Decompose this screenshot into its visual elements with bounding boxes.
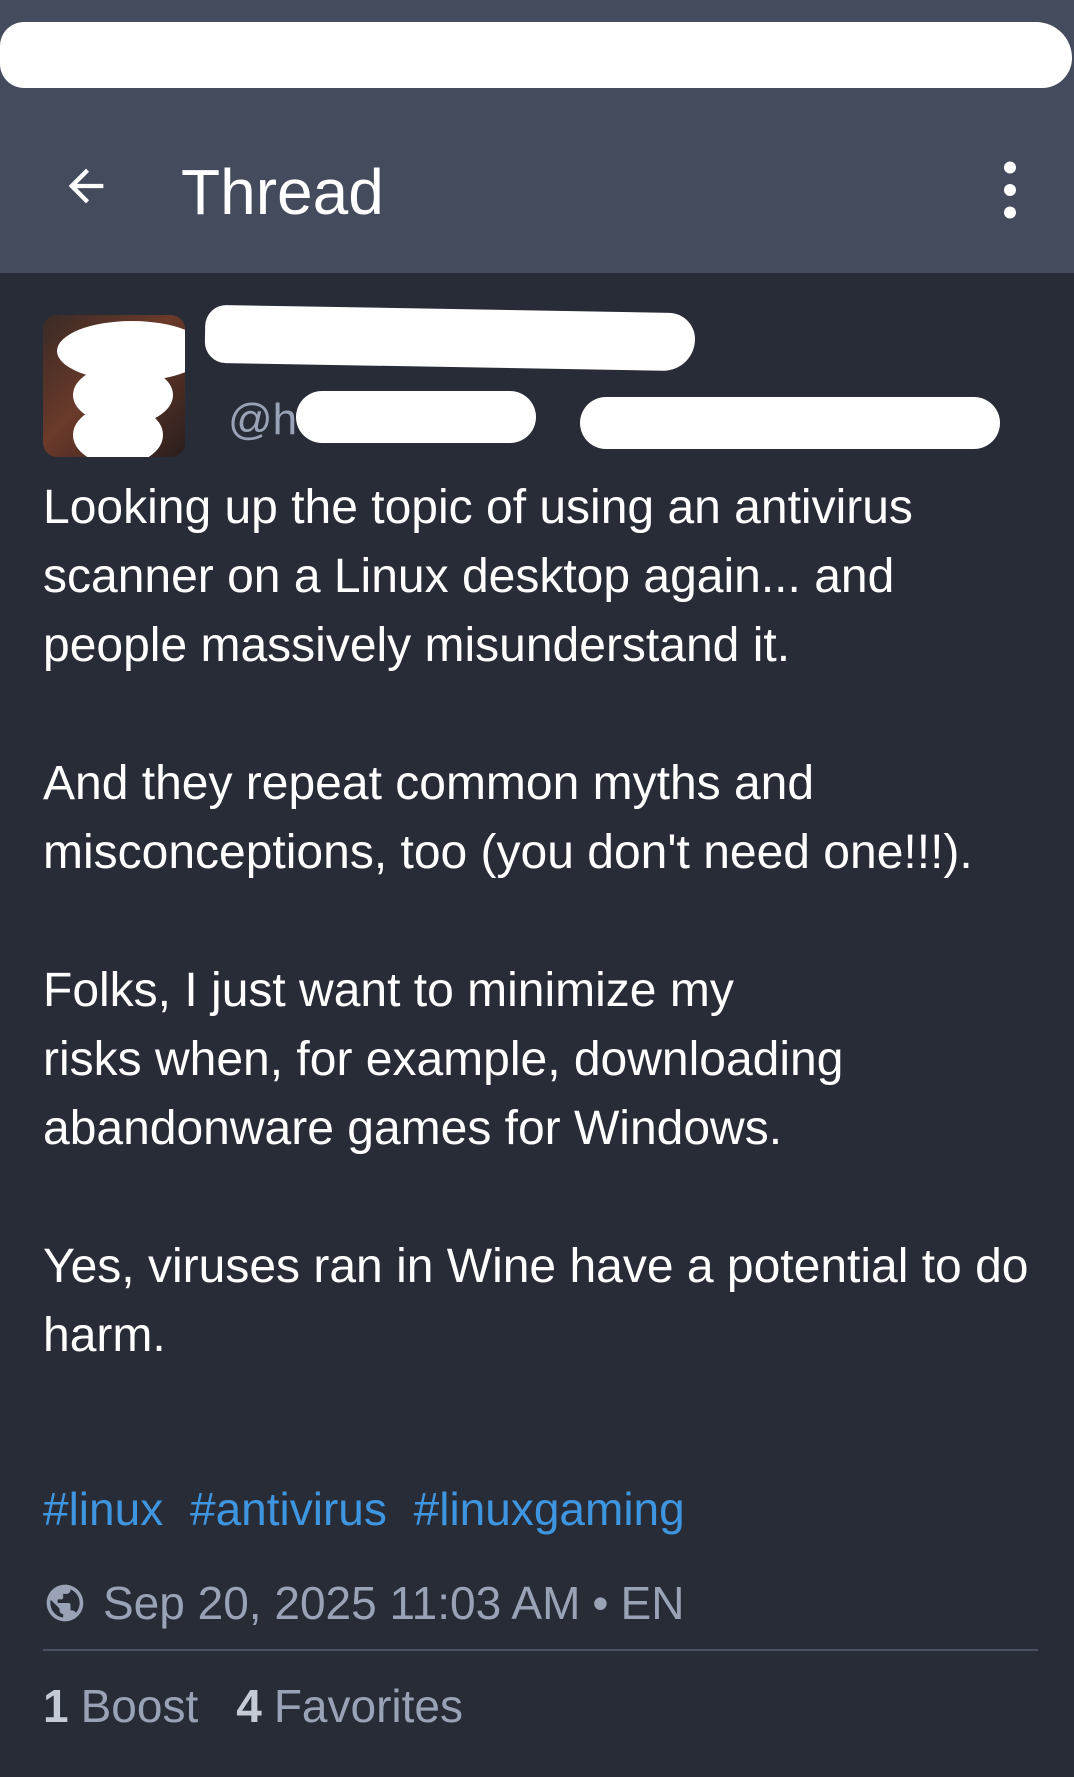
divider — [43, 1649, 1038, 1651]
redaction-mark — [580, 397, 1000, 449]
redaction-mark — [296, 391, 536, 443]
favorites-count: 4 — [236, 1680, 262, 1732]
status-bar — [0, 0, 1074, 110]
post-timestamp[interactable]: Sep 20, 2025 11:03 AM — [103, 1576, 580, 1630]
post-meta: Sep 20, 2025 11:03 AM • EN — [43, 1571, 684, 1635]
hashtag-link-linux[interactable]: #linux — [43, 1483, 163, 1535]
more-vertical-icon — [1004, 161, 1016, 219]
post-paragraph: Looking up the topic of using an antivir… — [43, 481, 913, 672]
page-title: Thread — [181, 156, 384, 228]
globe-icon — [46, 1584, 84, 1622]
boosts-stat[interactable]: 1 Boost — [43, 1671, 198, 1741]
post-body: Looking up the topic of using an antivir… — [43, 473, 1033, 1370]
hashtag-link-linuxgaming[interactable]: #linuxgaming — [414, 1483, 685, 1535]
favorites-label: Favorites — [273, 1680, 463, 1732]
thread-content: @h Looking up the topic of using an anti… — [0, 273, 1074, 1777]
redaction-mark — [0, 22, 1072, 88]
post-language: EN — [620, 1577, 685, 1629]
account-handle[interactable]: @h — [228, 395, 297, 445]
boosts-count: 1 — [43, 1680, 69, 1732]
arrow-left-icon — [68, 168, 104, 204]
boosts-label: Boost — [80, 1680, 199, 1732]
favorites-stat[interactable]: 4 Favorites — [236, 1671, 463, 1741]
post-paragraph: And they repeat common myths and misconc… — [43, 757, 973, 879]
post-paragraph: Folks, I just want to minimize my risks … — [43, 964, 844, 1155]
post-stats: 1 Boost 4 Favorites — [43, 1671, 501, 1741]
hashtag-list: #linux #antivirus #linuxgaming — [43, 1479, 699, 1539]
app-bar: Thread — [0, 110, 1074, 273]
post-paragraph: Yes, viruses ran in Wine have a potentia… — [43, 1240, 1029, 1362]
meta-separator: • — [592, 1577, 609, 1629]
redaction-mark — [73, 405, 163, 457]
back-button[interactable] — [40, 140, 132, 232]
hashtag-link-antivirus[interactable]: #antivirus — [190, 1483, 387, 1535]
overflow-menu-button[interactable] — [970, 140, 1050, 240]
avatar[interactable] — [43, 315, 185, 457]
redaction-mark — [204, 304, 696, 372]
